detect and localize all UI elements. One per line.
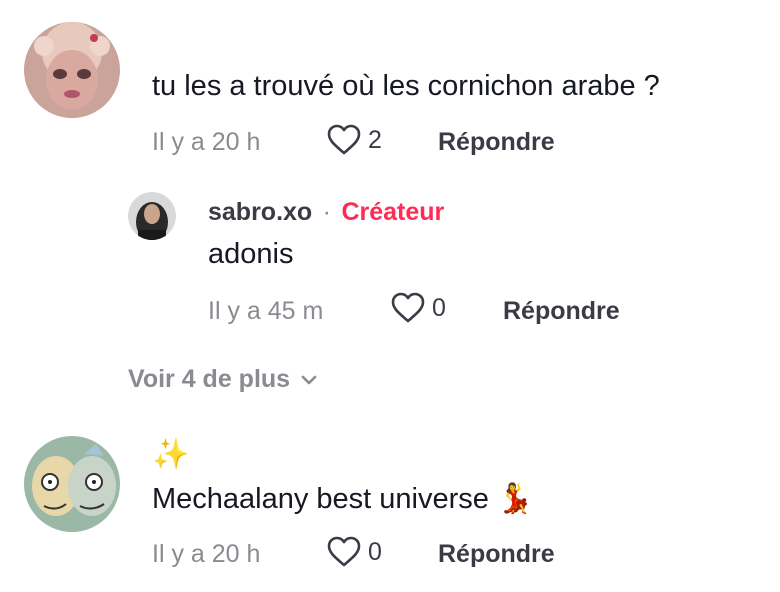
reply-button[interactable]: Répondre — [438, 540, 555, 569]
view-more-replies-button[interactable]: Voir 4 de plus — [128, 365, 318, 394]
heart-outline-icon — [327, 536, 361, 567]
username[interactable]: sabro.xo — [208, 198, 312, 226]
chevron-down-icon — [301, 375, 317, 384]
reply-button[interactable]: Répondre — [503, 297, 620, 326]
view-more-label: Voir 4 de plus — [128, 365, 291, 393]
comment-time: Il y a 20 h — [152, 540, 261, 568]
comment-text: Mechaalany best universe 💃 — [152, 483, 534, 515]
reply-text: adonis — [208, 238, 294, 270]
comment-time: Il y a 20 h — [152, 128, 261, 156]
reply-header: sabro.xo · Créateur — [208, 198, 444, 227]
sparkles-emoji: ✨ — [152, 438, 190, 471]
heart-outline-icon — [391, 292, 425, 323]
avatar[interactable] — [24, 22, 120, 118]
avatar-image — [128, 192, 176, 240]
reply-button[interactable]: Répondre — [438, 128, 555, 157]
like-count: 0 — [368, 537, 382, 566]
like-button[interactable]: 0 — [390, 292, 446, 324]
heart-outline-icon — [327, 124, 361, 155]
avatar-image — [24, 436, 120, 532]
like-button[interactable]: 2 — [326, 124, 382, 156]
like-count: 0 — [432, 293, 446, 322]
creator-badge: Créateur — [341, 198, 445, 226]
avatar[interactable] — [24, 436, 120, 532]
like-count: 2 — [368, 125, 382, 154]
reply-time: Il y a 45 m — [208, 297, 324, 325]
comment-text: tu les a trouvé où les cornichon arabe ? — [152, 70, 660, 102]
separator-dot: · — [322, 198, 331, 226]
avatar-image — [24, 22, 120, 118]
like-button[interactable]: 0 — [326, 536, 382, 568]
avatar[interactable] — [128, 192, 176, 240]
